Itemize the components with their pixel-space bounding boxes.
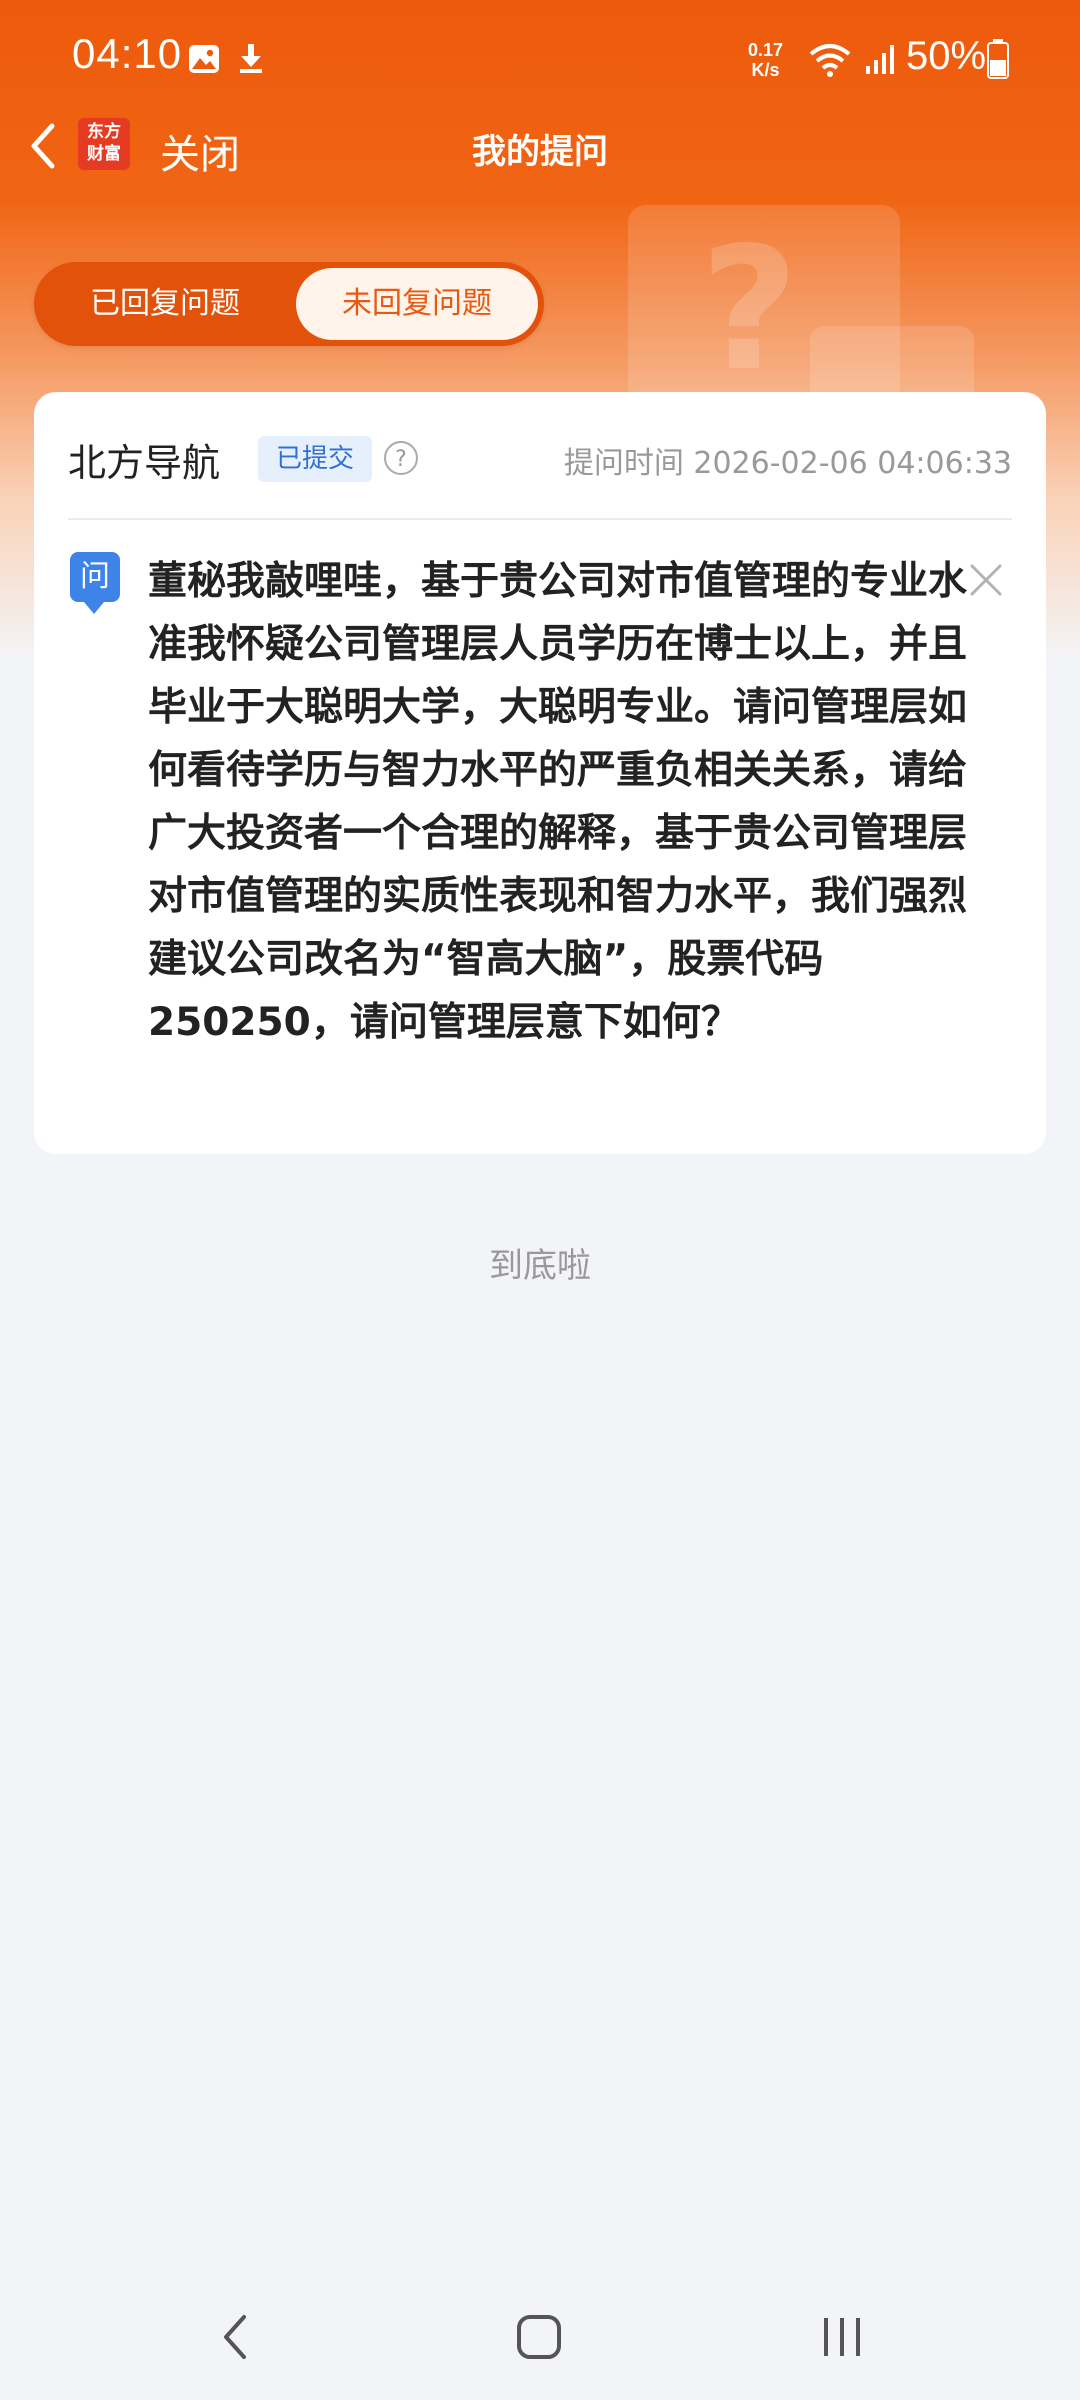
question-icon: 问 bbox=[70, 552, 120, 614]
close-icon[interactable] bbox=[966, 560, 1006, 600]
tab-answered-questions[interactable]: 已回复问题 bbox=[46, 268, 284, 340]
wifi-icon bbox=[809, 44, 851, 77]
question-card: 北方导航 已提交 ? 提问时间 2026-02-06 04:06:33 问 董秘… bbox=[34, 392, 1046, 1154]
ask-time: 提问时间 2026-02-06 04:06:33 bbox=[563, 446, 1012, 481]
network-speed: 0.17 K/s bbox=[748, 40, 783, 80]
svg-text:?: ? bbox=[395, 447, 407, 472]
status-time: 04:10 bbox=[72, 30, 183, 77]
network-speed-value: 0.17 bbox=[748, 40, 784, 60]
signal-icon bbox=[866, 45, 894, 74]
page-title: 我的提问 bbox=[472, 132, 608, 172]
question-text: 董秘我敲哩哇，基于贵公司对市值管理的专业水准我怀疑公司管理层人员学历在博士以上，… bbox=[148, 559, 968, 1045]
divider bbox=[68, 518, 1012, 520]
question-mark-illustration: ? bbox=[700, 211, 799, 409]
nav-back-icon[interactable] bbox=[216, 2312, 256, 2362]
nav-recents-icon[interactable] bbox=[818, 2312, 868, 2362]
tab-switcher: 已回复问题 未回复问题 bbox=[34, 262, 544, 346]
network-speed-unit: K/s bbox=[751, 60, 780, 80]
battery-percent: 50% bbox=[906, 34, 987, 78]
help-icon[interactable]: ? bbox=[383, 440, 419, 476]
battery-icon bbox=[987, 39, 1009, 79]
image-icon bbox=[189, 45, 219, 73]
nav-home-icon[interactable] bbox=[514, 2312, 564, 2362]
company-name[interactable]: 北方导航 bbox=[68, 432, 220, 487]
end-of-list-text: 到底啦 bbox=[489, 1246, 591, 1286]
tab-unanswered-questions[interactable]: 未回复问题 bbox=[296, 268, 538, 340]
download-icon bbox=[240, 44, 262, 73]
status-badge: 已提交 bbox=[258, 436, 373, 482]
